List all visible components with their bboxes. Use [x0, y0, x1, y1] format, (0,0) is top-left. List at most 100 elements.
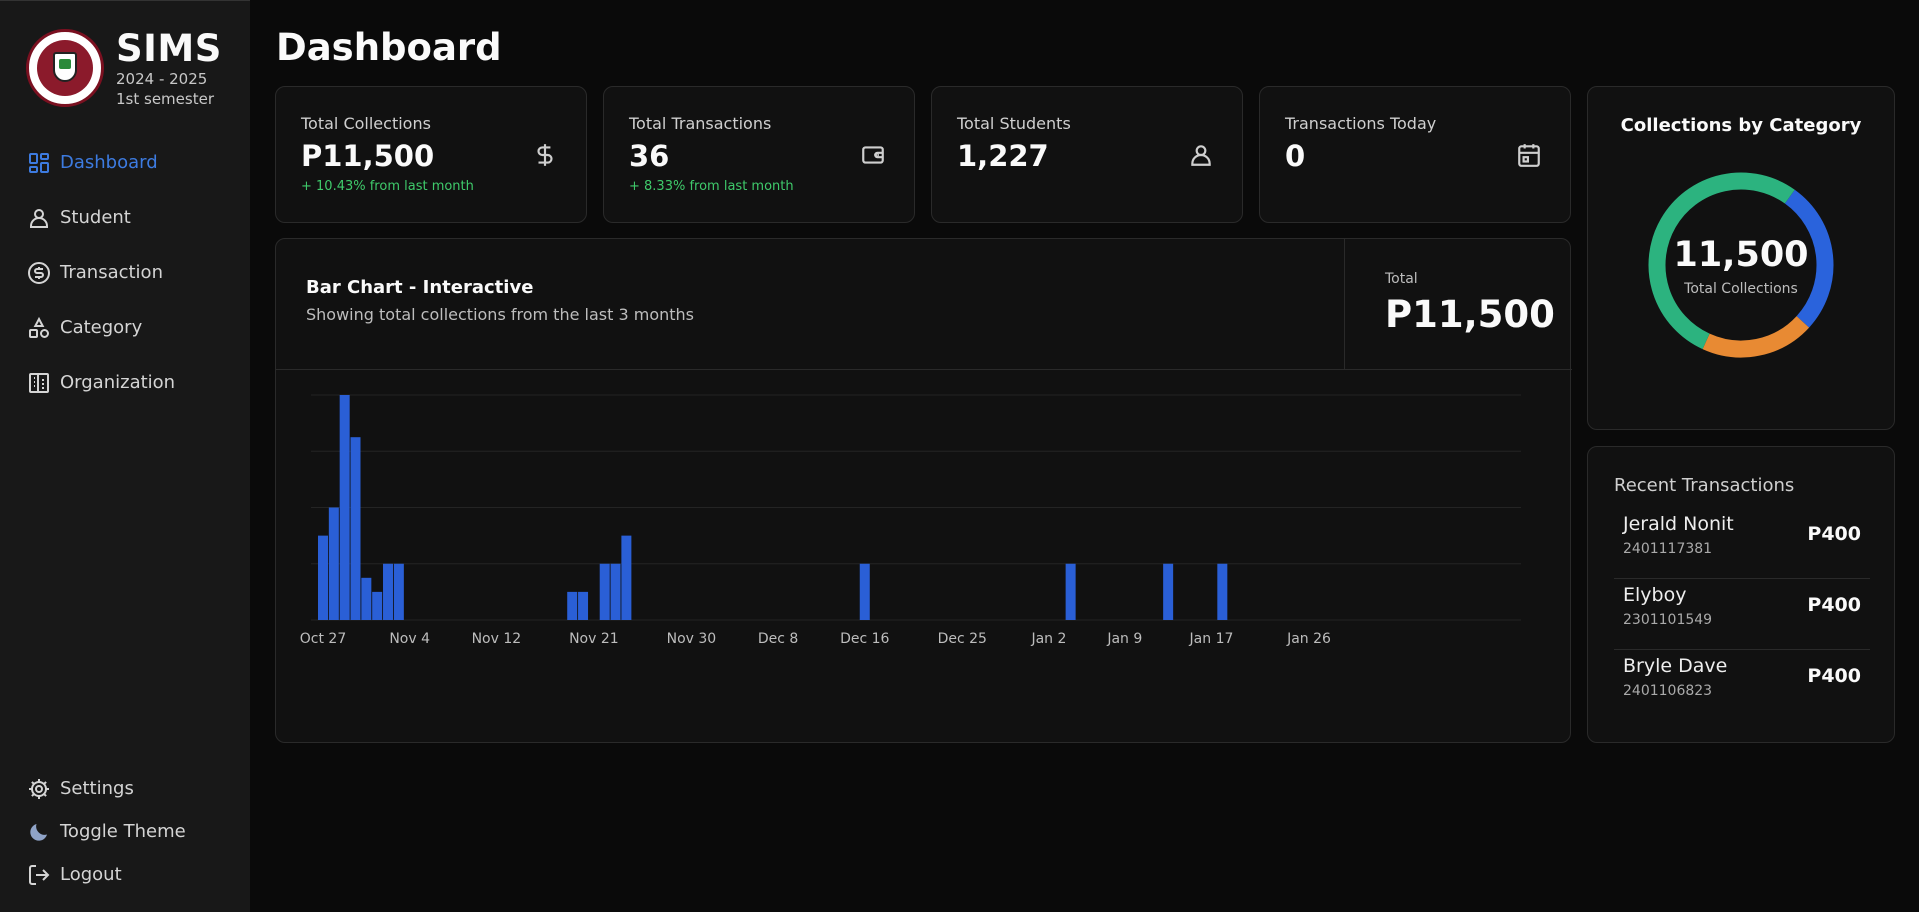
donut-title: Collections by Category	[1620, 115, 1862, 136]
x-tick-label: Jan 17	[1189, 631, 1234, 647]
donut-slice[interactable]	[1702, 315, 1810, 358]
bar[interactable]	[1065, 563, 1076, 620]
bar[interactable]	[1163, 563, 1174, 620]
dollar-icon	[532, 142, 558, 168]
stat-card-total-transactions: Total Transactions 36 + 8.33% from last …	[603, 86, 915, 223]
list-item[interactable]: Elyboy 2301101549 P400	[1614, 579, 1870, 650]
bar[interactable]	[610, 563, 621, 620]
user-icon	[26, 205, 52, 231]
x-tick-label: Nov 4	[389, 631, 430, 647]
x-tick-label: Oct 27	[300, 631, 346, 647]
bar[interactable]	[859, 563, 870, 620]
tx-amount: P400	[1807, 665, 1861, 687]
chart-header: Bar Chart - Interactive Showing total co…	[276, 239, 1572, 370]
bar[interactable]	[578, 591, 589, 620]
x-tick-label: Jan 26	[1286, 631, 1331, 647]
donut-chart-card: Collections by Category 11,500 Total Col…	[1587, 86, 1895, 430]
moon-icon	[26, 819, 52, 845]
bar[interactable]	[328, 507, 339, 621]
sidebar-item-transaction[interactable]: Transaction	[26, 245, 236, 300]
sidebar-item-category[interactable]: Category	[26, 300, 236, 355]
stat-change: + 10.43% from last month	[301, 179, 474, 194]
tx-name: Bryle Dave	[1623, 655, 1728, 677]
recent-transactions-card: Recent Transactions Jerald Nonit 2401117…	[1587, 446, 1895, 743]
chart-title: Bar Chart - Interactive	[306, 277, 534, 298]
sidebar-item-label: Organization	[60, 372, 176, 393]
bar[interactable]	[350, 437, 361, 620]
tx-student-id: 2301101549	[1623, 612, 1713, 628]
sidebar-item-label: Logout	[60, 864, 122, 885]
x-tick-label: Jan 9	[1106, 631, 1142, 647]
stat-change: + 8.33% from last month	[629, 179, 794, 194]
tx-student-id: 2401106823	[1623, 683, 1713, 699]
x-tick-label: Dec 8	[758, 631, 798, 647]
sidebar-item-organization[interactable]: Organization	[26, 355, 236, 410]
sidebar-item-label: Student	[60, 207, 131, 228]
chart-total-value: P11,500	[1385, 293, 1555, 336]
sidebar-item-label: Settings	[60, 778, 134, 799]
sidebar-bottom-nav: Settings Toggle Theme Logout	[26, 767, 236, 896]
bar-chart-card: Bar Chart - Interactive Showing total co…	[275, 238, 1572, 743]
x-tick-label: Dec 16	[840, 631, 889, 647]
tx-name: Jerald Nonit	[1623, 513, 1734, 535]
chart-total-label: Total	[1385, 271, 1418, 287]
bar[interactable]	[621, 535, 632, 620]
recent-title: Recent Transactions	[1614, 475, 1795, 496]
semester: 1st semester	[116, 90, 214, 108]
calendar-icon	[1516, 142, 1542, 168]
bar[interactable]	[361, 577, 372, 620]
gear-icon	[26, 776, 52, 802]
donut-label: Total Collections	[1684, 281, 1798, 297]
sidebar-item-settings[interactable]: Settings	[26, 767, 236, 810]
sidebar-nav: Dashboard Student Transaction Category O…	[26, 135, 236, 410]
bar[interactable]	[372, 591, 383, 620]
sidebar-item-label: Dashboard	[60, 152, 158, 173]
sidebar-item-dashboard[interactable]: Dashboard	[26, 135, 236, 190]
logout-button[interactable]: Logout	[26, 853, 236, 896]
chart-total-panel[interactable]: Total P11,500	[1344, 239, 1571, 370]
bar[interactable]	[599, 563, 610, 620]
list-item[interactable]: Bryle Dave 2401106823 P400	[1614, 650, 1870, 721]
sidebar-item-label: Toggle Theme	[60, 821, 186, 842]
stat-card-total-students: Total Students 1,227	[931, 86, 1243, 223]
tx-amount: P400	[1807, 594, 1861, 616]
tx-amount: P400	[1807, 523, 1861, 545]
wallet-icon	[860, 142, 886, 168]
user-icon	[1188, 142, 1214, 168]
x-tick-label: Dec 25	[938, 631, 987, 647]
chart-subtitle: Showing total collections from the last …	[306, 305, 694, 324]
stat-value: 36	[629, 139, 670, 173]
bar-chart[interactable]: Oct 27 Nov 4 Nov 12 Nov 21 Nov 30 Dec 8 Dec 16…	[276, 370, 1570, 742]
bar[interactable]	[1217, 563, 1228, 620]
stat-label: Total Students	[957, 114, 1071, 133]
sidebar-item-label: Transaction	[60, 262, 163, 283]
x-tick-label: Nov 12	[472, 631, 522, 647]
shapes-icon	[26, 315, 52, 341]
stat-value: 0	[1285, 139, 1306, 173]
toggle-theme-button[interactable]: Toggle Theme	[26, 810, 236, 853]
x-tick-label: Nov 30	[667, 631, 717, 647]
bar[interactable]	[318, 535, 328, 620]
bar[interactable]	[393, 563, 404, 620]
donut-value: 11,500	[1673, 235, 1809, 275]
stat-label: Transactions Today	[1285, 114, 1437, 133]
x-tick-label: Jan 2	[1030, 631, 1066, 647]
stat-value: P11,500	[301, 139, 435, 173]
bar[interactable]	[383, 563, 394, 620]
sidebar-item-student[interactable]: Student	[26, 190, 236, 245]
school-year: 2024 - 2025	[116, 70, 208, 88]
stat-card-total-collections: Total Collections P11,500 + 10.43% from …	[275, 86, 587, 223]
logout-icon	[26, 862, 52, 888]
tx-name: Elyboy	[1623, 584, 1687, 606]
bar[interactable]	[339, 395, 350, 620]
sidebar: SIMS 2024 - 2025 1st semester Dashboard …	[0, 0, 250, 912]
dollar-circle-icon	[26, 260, 52, 286]
bar[interactable]	[567, 591, 578, 620]
page-title: Dashboard	[276, 26, 502, 69]
app-title: SIMS	[116, 27, 222, 70]
sidebar-item-label: Category	[60, 317, 143, 338]
tx-student-id: 2401117381	[1623, 541, 1713, 557]
stat-card-transactions-today: Transactions Today 0	[1259, 86, 1571, 223]
building-icon	[26, 370, 52, 396]
list-item[interactable]: Jerald Nonit 2401117381 P400	[1614, 508, 1870, 579]
